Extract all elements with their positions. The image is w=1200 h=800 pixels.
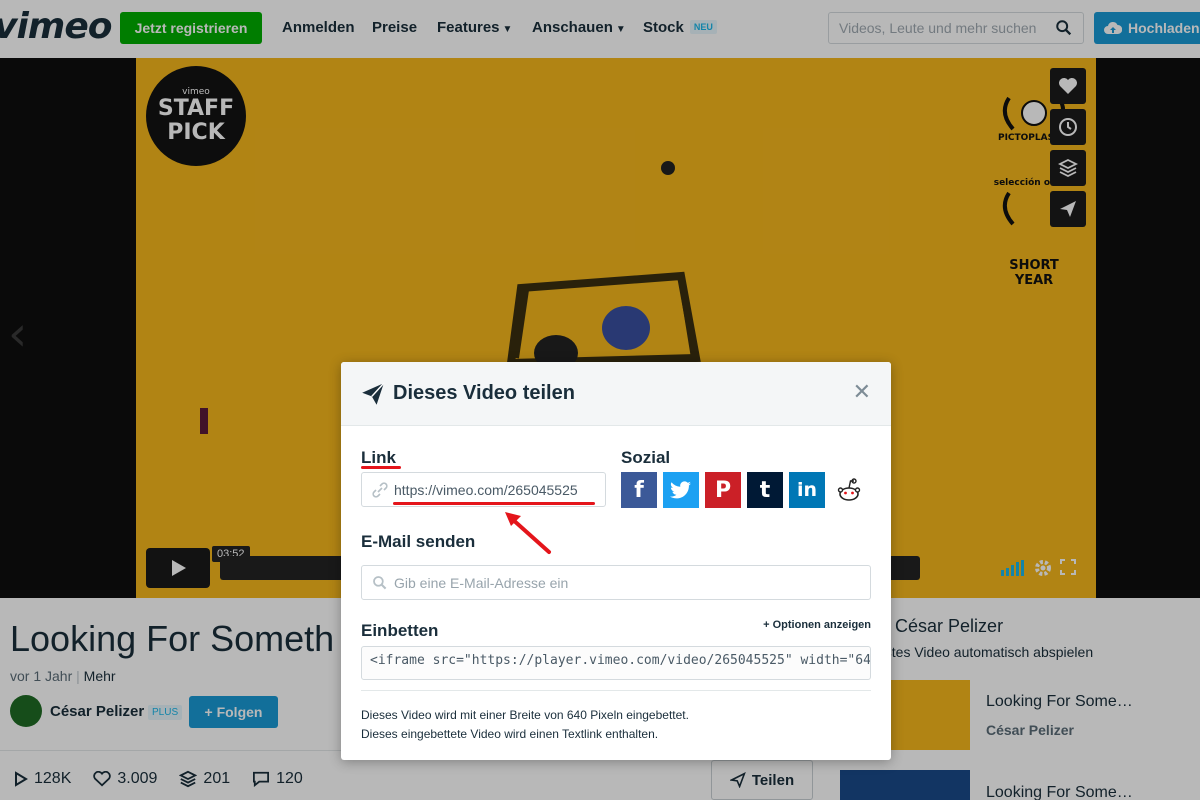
social-buttons: f P t in <box>621 472 867 508</box>
close-icon[interactable]: ✕ <box>853 382 871 404</box>
modal-header: Dieses Video teilen <box>341 362 891 426</box>
embed-width-note: Dieses Video wird mit einer Breite von 6… <box>361 708 689 722</box>
show-options-link[interactable]: + Optionen anzeigen <box>763 619 871 631</box>
share-modal: Dieses Video teilen ✕ Link https://vimeo… <box>341 362 891 760</box>
social-label: Sozial <box>621 448 671 467</box>
linkedin-icon[interactable]: in <box>789 472 825 508</box>
embed-code-field[interactable]: <iframe src="https://player.vimeo.com/vi… <box>361 646 871 680</box>
pinterest-icon[interactable]: P <box>705 472 741 508</box>
link-value[interactable]: https://vimeo.com/265045525 <box>394 482 578 498</box>
tumblr-icon[interactable]: t <box>747 472 783 508</box>
annotation-underline-link-value <box>393 502 595 505</box>
email-label: E-Mail senden <box>361 532 476 551</box>
modal-title: Dieses Video teilen <box>393 382 575 404</box>
email-placeholder: Gib eine E-Mail-Adresse ein <box>394 574 569 591</box>
search-icon <box>373 575 387 589</box>
link-chain-icon <box>372 481 388 498</box>
modal-divider <box>361 690 871 691</box>
annotation-underline-link-label <box>361 466 401 469</box>
annotation-arrow-icon <box>505 512 551 554</box>
page: vimeo Jetzt registrieren Anmelden Preise… <box>0 0 1200 800</box>
facebook-icon[interactable]: f <box>621 472 657 508</box>
email-field[interactable]: Gib eine E-Mail-Adresse ein <box>361 565 871 600</box>
embed-textlink-note: Dieses eingebettete Video wird einen Tex… <box>361 727 659 741</box>
reddit-icon[interactable] <box>831 472 867 508</box>
paper-plane-icon <box>362 382 385 405</box>
link-label: Link <box>361 448 396 467</box>
embed-label: Einbetten <box>361 621 439 640</box>
twitter-icon[interactable] <box>663 472 699 508</box>
